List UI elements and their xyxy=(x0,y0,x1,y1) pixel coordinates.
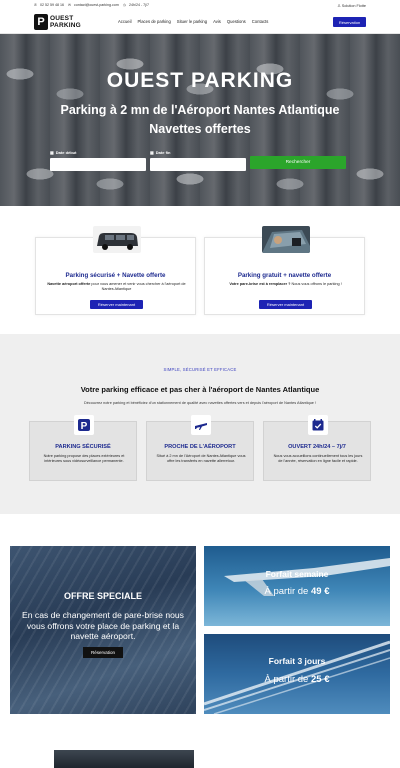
weekly-package-title: Forfait semaine xyxy=(265,569,329,579)
parking-icon: P xyxy=(74,415,94,435)
feature-secure-parking: P PARKING SÉCURISÉ Notre parking propose… xyxy=(29,415,137,481)
nav-accueil[interactable]: Accueil xyxy=(118,19,132,24)
nav-situer-le-parking[interactable]: Situer le parking xyxy=(177,19,207,24)
feature-title: OUVERT 24h/24 – 7j/7 xyxy=(288,444,346,450)
hero-subtitle-line2: Navettes offertes xyxy=(149,122,251,136)
hero-subtitle-line1: Parking à 2 mn de l'Aéroport Nantes Atla… xyxy=(60,103,340,117)
logo-mark: P xyxy=(34,14,48,30)
three-day-package-banner[interactable]: Forfait 3 jours À partir de 25 € xyxy=(204,634,390,714)
plane-icon xyxy=(191,415,211,435)
windshield-repair-image xyxy=(262,226,310,253)
end-date-input[interactable] xyxy=(150,158,246,171)
solution-flotte-link[interactable]: ♙ Solution Flotte xyxy=(337,3,366,8)
logo-text: OUEST PARKING xyxy=(50,15,81,29)
opening-hours: 24h/24 - 7j/7 xyxy=(128,3,149,7)
calendar-icon: ▦ xyxy=(50,149,54,155)
hero-title: OUEST PARKING xyxy=(106,69,294,92)
feature-open-24-7: OUVERT 24h/24 – 7j/7 Nous vous accueillo… xyxy=(263,415,371,481)
feature-title: PARKING SÉCURISÉ xyxy=(55,444,111,450)
weekly-package-banner[interactable]: Forfait semaine À partir de 49 € xyxy=(204,546,390,626)
logo-line1: OUEST xyxy=(50,15,74,22)
start-date-input[interactable] xyxy=(50,158,146,171)
card-title: Parking sécurisé + Navette offerte xyxy=(65,272,166,279)
special-offer-banner: OFFRE SPECIALE En cas de changement de p… xyxy=(10,546,196,714)
top-bar: ✆ 02 52 59 48 16 ✉ contact@ouest-parking.c… xyxy=(0,0,400,34)
user-icon: ♙ xyxy=(337,4,341,8)
features-title: Votre parking efficace et pas cher à l'a… xyxy=(80,385,320,394)
end-date-label-row: ▦ Date fin xyxy=(150,148,248,156)
svg-text:P: P xyxy=(81,421,88,432)
clock-icon: ◷ xyxy=(122,3,126,7)
end-date-field: ▦ Date fin xyxy=(150,148,248,174)
nav-places-de-parking[interactable]: Places de parking xyxy=(138,19,171,24)
phone-number[interactable]: 02 52 59 48 16 xyxy=(40,3,64,7)
reserve-now-button[interactable]: Réserver maintenant xyxy=(259,300,312,309)
feature-near-airport: PROCHE DE L'AÉROPORT Situé à 2 mn de l'A… xyxy=(146,415,254,481)
feature-text: Nous vous accueillons continuellement to… xyxy=(273,454,363,464)
card-text-bold: Navette aéroport offerte xyxy=(47,282,91,286)
weekly-package-price: À partir de 49 € xyxy=(204,586,390,597)
three-day-package-title: Forfait 3 jours xyxy=(268,656,326,666)
nav-avis[interactable]: Avis xyxy=(213,19,221,24)
hero-subtitle: Parking à 2 mn de l'Aéroport Nantes Atla… xyxy=(0,101,400,139)
main-nav: Accueil Places de parking Situer le park… xyxy=(118,19,268,24)
feature-title: PROCHE DE L'AÉROPORT xyxy=(164,444,236,450)
start-date-label-row: ▦ Date début xyxy=(50,148,148,156)
phone-icon: ✆ xyxy=(34,3,38,7)
card-text-rest: pour vous amener et venir vous chercher … xyxy=(90,282,186,291)
offer-card-parebrise: Parking gratuit + navette offerte Votre … xyxy=(204,226,365,315)
card-text-rest: Nous vous offrons le parking ! xyxy=(290,282,342,286)
card-text: Votre pare-brise est à remplacer ? Nous … xyxy=(211,282,360,287)
special-offer-title: OFFRE SPECIALE xyxy=(63,591,142,601)
card-title: Parking gratuit + navette offerte xyxy=(237,272,332,279)
offer-card-navette: Parking sécurisé + Navette offerte Navet… xyxy=(35,226,196,315)
nav-questions[interactable]: Questions xyxy=(227,19,246,24)
logo[interactable]: P OUEST PARKING xyxy=(34,13,88,31)
features-description: Découvrez notre parking et bénéficiez d'… xyxy=(83,401,317,405)
search-button[interactable]: Rechercher xyxy=(250,156,346,169)
features-kicker: SIMPLE, SÉCURISÉ ET EFFICACE xyxy=(163,367,237,372)
booking-search-form: ▦ Date début ▦ Date fin Rechercher xyxy=(50,148,350,171)
start-date-field: ▦ Date début xyxy=(50,148,148,174)
reservation-button[interactable]: Réservation xyxy=(333,17,366,27)
three-day-package-price: À partir de 25 € xyxy=(204,674,390,685)
end-date-label: Date fin xyxy=(155,149,171,155)
calendar-check-icon xyxy=(308,415,328,435)
feature-text: Situé à 2 mn de l'Aéroport de Nantes Atl… xyxy=(156,454,246,464)
email-icon: ✉ xyxy=(68,3,72,7)
email-link[interactable]: contact@ouest-parking.com xyxy=(74,3,119,7)
shuttle-van-image xyxy=(93,226,141,253)
three-day-price-prefix: À partir de xyxy=(264,674,311,685)
features-section: SIMPLE, SÉCURISÉ ET EFFICACE Votre parki… xyxy=(0,334,400,514)
nav-contacts[interactable]: Contacts xyxy=(252,19,269,24)
card-text-bold: Votre pare-brise est à remplacer ? xyxy=(229,282,291,286)
special-offer-text: En cas de changement de pare-brise nous … xyxy=(22,610,184,641)
card-text: Navette aéroport offerte pour vous amene… xyxy=(42,282,191,292)
reserve-now-button[interactable]: Réserver maintenant xyxy=(90,300,143,309)
weekly-price-value: 49 € xyxy=(310,586,330,597)
feature-text: Notre parking propose des places extérie… xyxy=(43,454,125,464)
start-date-label: Date début xyxy=(55,149,77,155)
contact-line: ✆ 02 52 59 48 16 ✉ contact@ouest-parking.c… xyxy=(34,3,152,7)
weekly-price-prefix: À partir de xyxy=(264,586,311,597)
special-offer-reservation-button[interactable]: Réservation xyxy=(83,647,123,658)
hero-banner: OUEST PARKING Parking à 2 mn de l'Aéropo… xyxy=(0,34,400,206)
logo-line2: PARKING xyxy=(50,22,81,29)
bottom-image-banner xyxy=(54,750,194,768)
solution-flotte-label: Solution Flotte xyxy=(341,4,366,8)
calendar-icon: ▦ xyxy=(150,149,154,155)
three-day-price-value: 25 € xyxy=(310,674,330,685)
